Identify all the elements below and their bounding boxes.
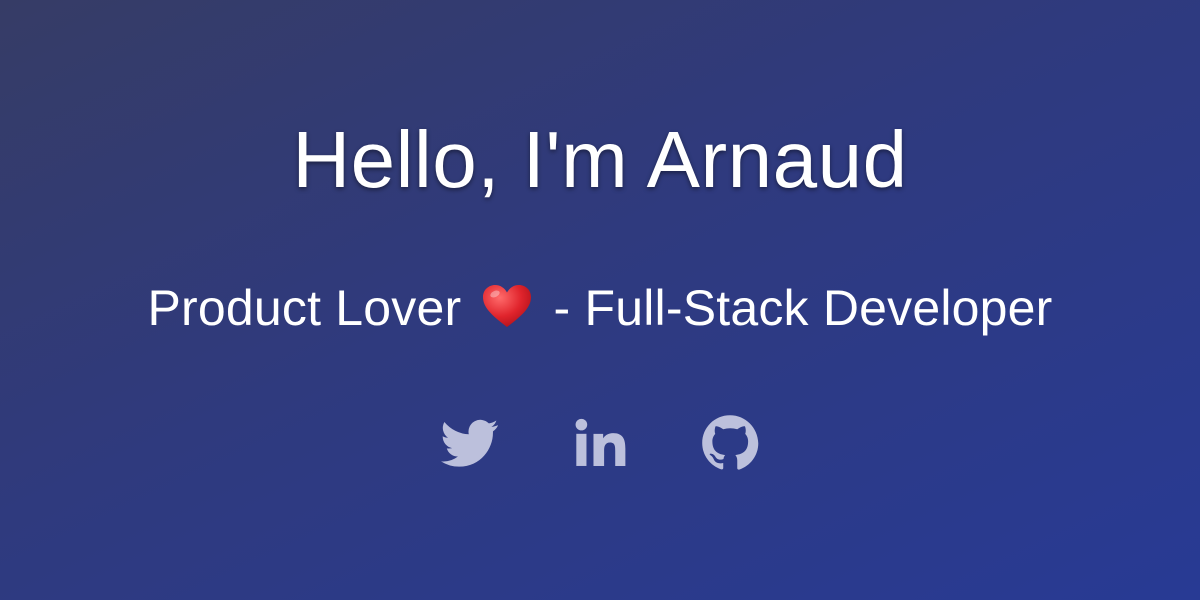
linkedin-link[interactable]: [571, 414, 629, 472]
social-links: [0, 414, 1200, 472]
heart-icon: [481, 282, 533, 342]
page-title: Hello, I'm Arnaud: [292, 115, 908, 204]
twitter-link[interactable]: [441, 414, 499, 472]
linkedin-icon: [575, 418, 626, 466]
hero-section: Hello, I'm Arnaud Product Lover - Full-S…: [0, 0, 1200, 600]
subtitle-role-left: Product Lover: [147, 280, 462, 336]
subtitle: Product Lover - Full-Stack Developer: [0, 278, 1200, 342]
subtitle-role-right: - Full-Stack Developer: [553, 280, 1053, 336]
twitter-icon: [441, 419, 499, 467]
github-icon: [702, 415, 759, 470]
github-link[interactable]: [701, 414, 759, 472]
